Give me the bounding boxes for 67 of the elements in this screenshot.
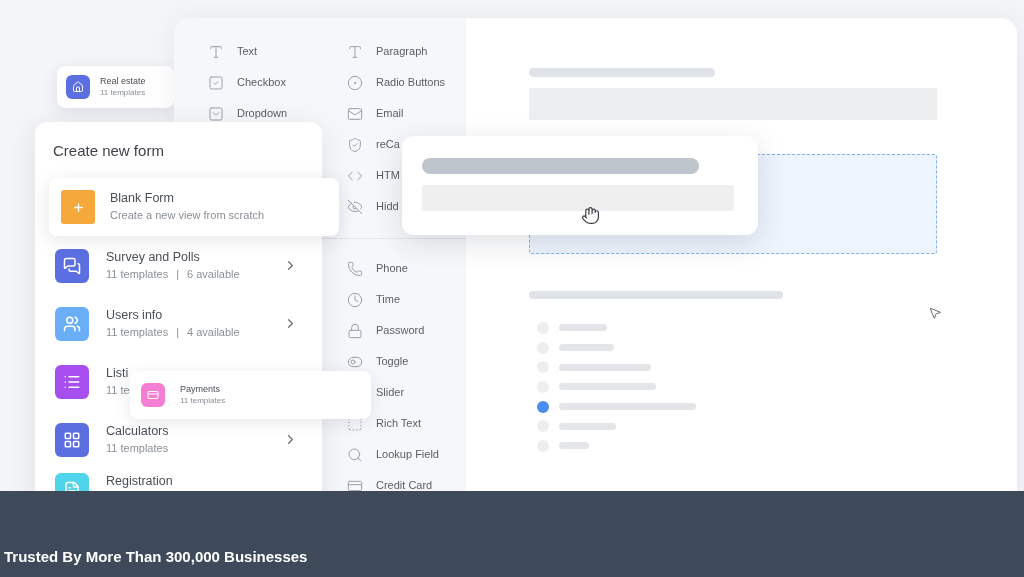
category-title: Users info xyxy=(106,307,164,324)
template-count: 11 templates xyxy=(100,87,146,99)
blank-form-title: Blank Form xyxy=(110,190,175,207)
field-type-label[interactable]: Text xyxy=(237,43,258,60)
separator: | xyxy=(176,267,180,282)
available-count: 4 available xyxy=(187,325,240,340)
home-icon xyxy=(72,81,84,93)
template-count: 11 templates xyxy=(106,267,169,282)
dropdown-icon xyxy=(208,105,224,122)
field-type-label[interactable]: Paragraph xyxy=(376,43,428,60)
template-card[interactable]: Payments 11 templates xyxy=(130,371,371,419)
users-icon xyxy=(63,315,81,333)
template-title: Payments xyxy=(180,383,222,395)
card-title: Create new form xyxy=(53,142,164,159)
dragged-field-card[interactable] xyxy=(402,136,758,235)
field-type-label[interactable]: Password xyxy=(376,322,425,339)
radio-icon xyxy=(347,74,363,91)
available-count: 6 available xyxy=(187,267,240,282)
template-card[interactable]: Real estate 11 templates xyxy=(57,66,174,108)
field-type-label[interactable]: HTM xyxy=(376,167,400,184)
lock-icon xyxy=(347,322,363,339)
blank-form-subtitle: Create a new view from scratch xyxy=(110,208,265,223)
type-icon xyxy=(347,43,363,60)
field-type-label[interactable]: Toggle xyxy=(376,353,409,370)
field-type-label[interactable]: Radio Buttons xyxy=(376,74,446,91)
field-type-label[interactable]: Time xyxy=(376,291,401,308)
category-title: Listi xyxy=(106,365,130,382)
clock-icon xyxy=(347,291,363,308)
mail-icon xyxy=(347,105,363,122)
field-type-label[interactable]: Checkbox xyxy=(237,74,286,91)
skeleton-option xyxy=(559,422,616,430)
field-type-label[interactable]: Slider xyxy=(376,384,405,401)
skeleton-option xyxy=(559,324,607,332)
shield-icon xyxy=(347,136,363,153)
field-type-label[interactable]: Dropdown xyxy=(237,105,288,122)
field-type-label[interactable]: Email xyxy=(376,105,404,122)
separator: | xyxy=(176,325,180,340)
template-count: 11 templates xyxy=(106,441,169,456)
template-count: 11 te xyxy=(106,383,130,398)
chat-icon xyxy=(63,257,81,275)
field-type-label[interactable]: Credit Card xyxy=(376,477,433,491)
credit-card-icon xyxy=(147,389,159,401)
skeleton-option xyxy=(559,442,589,450)
phone-icon xyxy=(347,260,363,277)
plus-icon xyxy=(71,200,85,214)
template-count: 11 templates xyxy=(180,395,226,407)
blank-form-card[interactable]: Blank Form Create a new view from scratch xyxy=(49,178,339,236)
category-title: Registration xyxy=(106,473,174,490)
field-type-label[interactable]: Phone xyxy=(376,260,408,277)
template-count: 11 templates xyxy=(106,325,169,340)
category-title: Calculators xyxy=(106,423,170,440)
list-icon xyxy=(63,373,81,391)
field-type-label[interactable]: Lookup Field xyxy=(376,446,439,463)
template-title: Real estate xyxy=(100,75,146,87)
field-type-label[interactable]: Rich Text xyxy=(376,415,422,432)
field-type-label[interactable]: reCa xyxy=(376,136,400,153)
mouse-pointer-icon xyxy=(928,306,942,320)
hand-cursor-icon xyxy=(581,206,600,225)
eye-off-icon xyxy=(347,198,363,215)
field-type-label[interactable]: Hidd xyxy=(376,198,399,215)
category-title: Survey and Polls xyxy=(106,249,201,266)
search-icon xyxy=(347,446,363,463)
type-icon xyxy=(208,43,224,60)
grid-icon xyxy=(63,431,81,449)
skeleton-option xyxy=(559,344,614,352)
checkbox-icon xyxy=(208,74,224,91)
footer-text: Trusted By More Than 300,000 Businesses xyxy=(4,546,308,567)
